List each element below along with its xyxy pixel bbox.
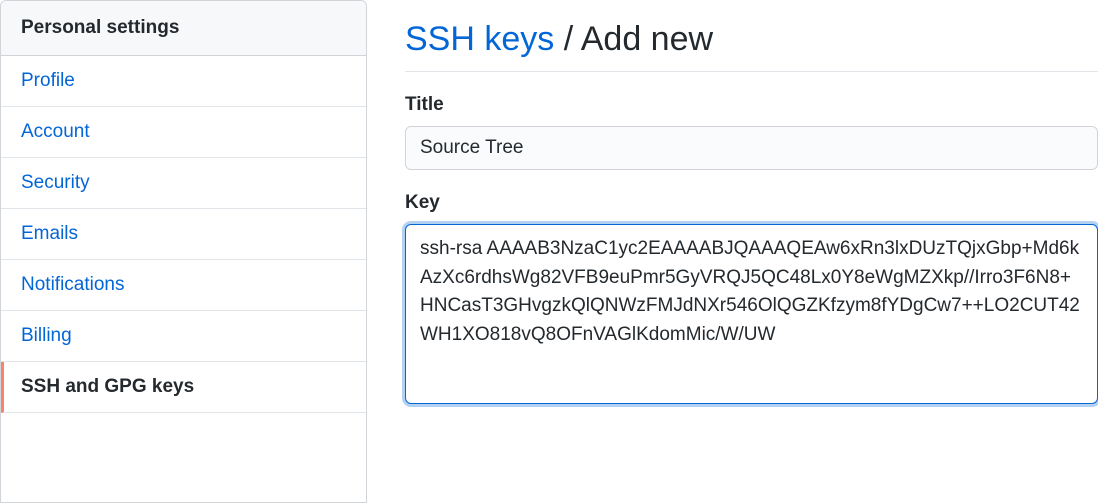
sidebar-item-security[interactable]: Security <box>1 158 366 209</box>
sidebar: Personal settings Profile Account Securi… <box>0 0 367 503</box>
sidebar-item-billing[interactable]: Billing <box>1 311 366 362</box>
sidebar-item-account[interactable]: Account <box>1 107 366 158</box>
key-textarea[interactable]: ssh-rsa AAAAB3NzaC1yc2EAAAABJQAAAQEAw6xR… <box>405 224 1098 404</box>
sidebar-header: Personal settings <box>1 1 366 56</box>
page-title-current: Add new <box>581 20 713 58</box>
main-content: SSH keys / Add new Title Key ssh-rsa AAA… <box>367 0 1098 503</box>
key-label: Key <box>405 192 1098 214</box>
sidebar-item-notifications[interactable]: Notifications <box>1 260 366 311</box>
form-group-title: Title <box>405 94 1098 170</box>
sidebar-item-profile[interactable]: Profile <box>1 56 366 107</box>
page-title: SSH keys / Add new <box>405 20 1098 72</box>
page-title-link[interactable]: SSH keys <box>405 20 554 58</box>
sidebar-item-ssh-gpg-keys[interactable]: SSH and GPG keys <box>1 362 366 413</box>
title-input[interactable] <box>405 126 1098 170</box>
page-title-separator: / <box>554 20 580 58</box>
title-label: Title <box>405 94 1098 116</box>
form-group-key: Key ssh-rsa AAAAB3NzaC1yc2EAAAABJQAAAQEA… <box>405 192 1098 404</box>
sidebar-item-emails[interactable]: Emails <box>1 209 366 260</box>
